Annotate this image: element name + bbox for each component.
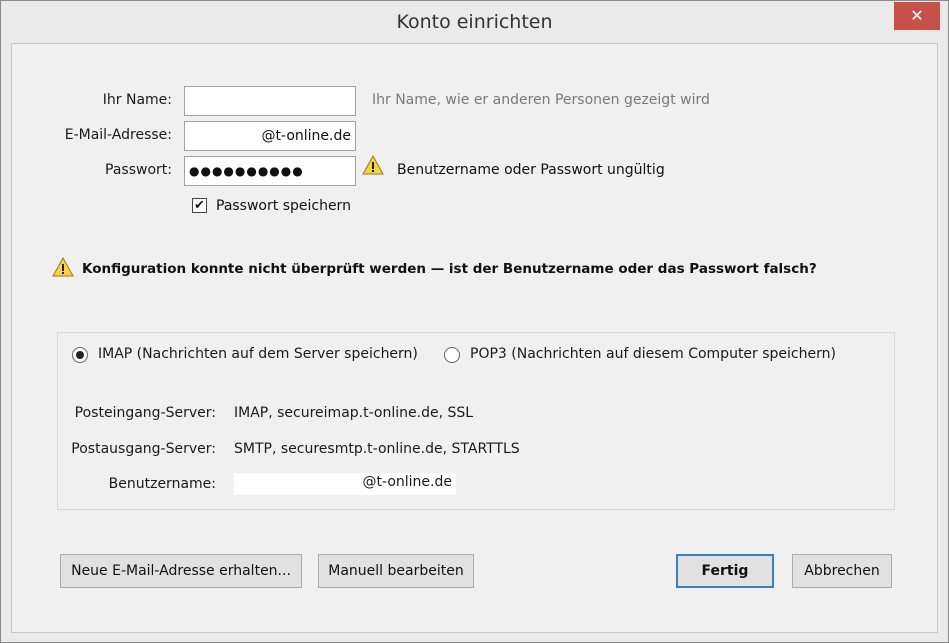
password-input[interactable]: ●●●●●●●●●● — [184, 156, 356, 186]
password-label: Passwort: — [105, 162, 172, 178]
incoming-server-value: IMAP, secureimap.t-online.de, SSL — [234, 405, 474, 421]
save-password-label: Passwort speichern — [216, 198, 351, 214]
config-warning-text: Konfiguration konnte nicht überprüft wer… — [82, 261, 817, 277]
account-setup-dialog: Konto einrichten ✕ Ihr Name: Ihr Name, w… — [0, 0, 949, 643]
warning-icon — [362, 155, 384, 175]
manual-edit-button[interactable]: Manuell bearbeiten — [318, 554, 474, 588]
save-password-checkbox[interactable]: ✔ — [192, 198, 207, 213]
cancel-button[interactable]: Abbrechen — [792, 554, 892, 588]
pop3-label: POP3 (Nachrichten auf diesem Computer sp… — [470, 346, 836, 362]
name-hint: Ihr Name, wie er anderen Personen gezeig… — [372, 92, 710, 108]
imap-radio[interactable] — [72, 347, 88, 363]
server-settings-group: IMAP (Nachrichten auf dem Server speiche… — [57, 332, 895, 510]
username-label: Benutzername: — [108, 476, 216, 492]
outgoing-server-label: Postausgang-Server: — [71, 441, 216, 457]
imap-label: IMAP (Nachrichten auf dem Server speiche… — [98, 346, 418, 362]
name-label: Ihr Name: — [102, 92, 172, 108]
close-button[interactable]: ✕ — [894, 2, 940, 30]
email-input[interactable] — [184, 121, 356, 151]
new-email-address-button[interactable]: Neue E-Mail-Adresse erhalten... — [60, 554, 302, 588]
close-icon: ✕ — [910, 6, 924, 25]
password-warning-text: Benutzername oder Passwort ungültig — [397, 162, 665, 178]
name-input[interactable] — [184, 86, 356, 116]
done-button[interactable]: Fertig — [676, 554, 774, 588]
outgoing-server-value: SMTP, securesmtp.t-online.de, STARTTLS — [234, 441, 520, 457]
username-value: @t-online.de — [234, 473, 456, 495]
incoming-server-label: Posteingang-Server: — [74, 405, 216, 421]
pop3-radio[interactable] — [444, 347, 460, 363]
window-title: Konto einrichten — [396, 11, 553, 33]
title-bar: Konto einrichten ✕ — [1, 1, 948, 43]
warning-icon — [52, 257, 74, 277]
dialog-body: Ihr Name: Ihr Name, wie er anderen Perso… — [11, 43, 938, 633]
email-label: E-Mail-Adresse: — [64, 127, 172, 143]
